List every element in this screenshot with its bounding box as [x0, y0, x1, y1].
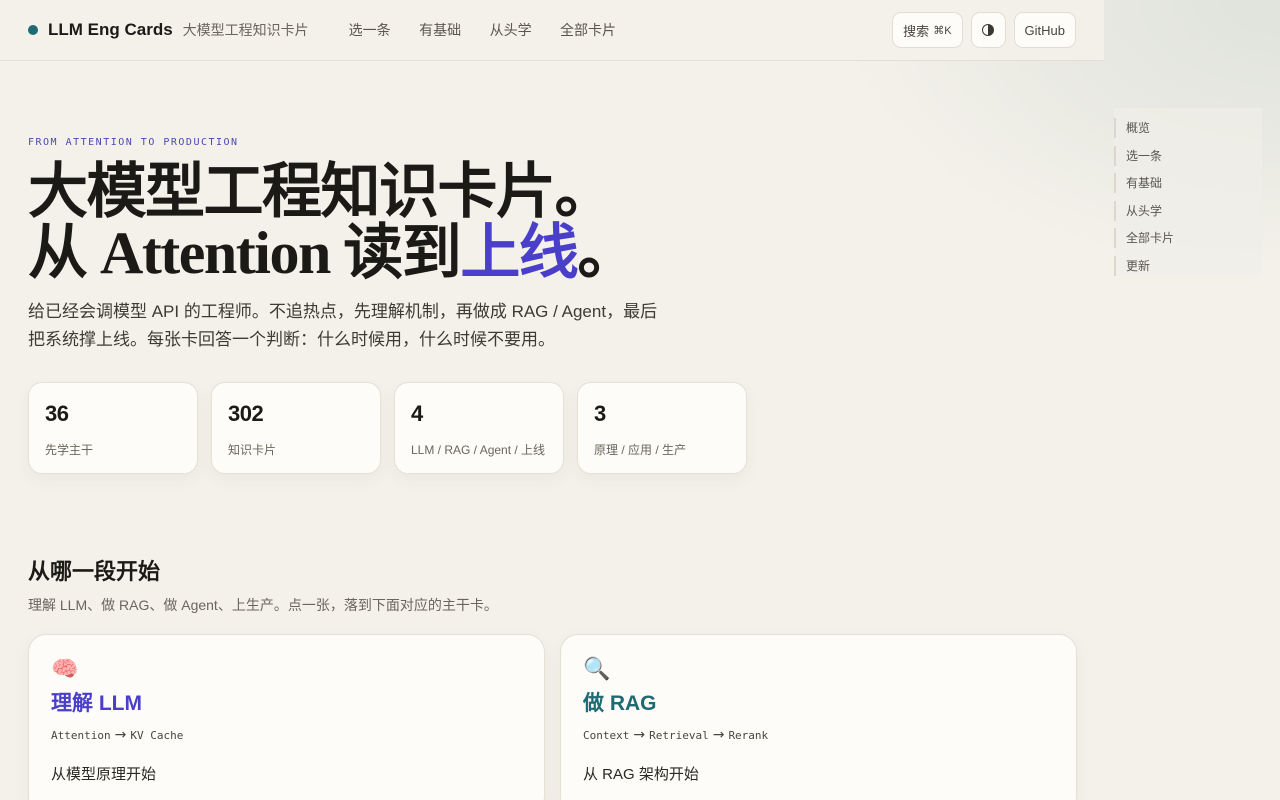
nav-item-pick-one[interactable]: 选一条	[349, 22, 391, 38]
path-flow: Attention → KV Cache	[51, 727, 522, 743]
nav-item-has-basics[interactable]: 有基础	[419, 22, 461, 38]
brand-dot-icon	[28, 25, 38, 35]
hero-eyebrow: FROM ATTENTION TO PRODUCTION	[28, 137, 239, 148]
stat-card: 36 先学主干	[28, 382, 198, 474]
top-navbar: LLM Eng Cards 大模型工程知识卡片 选一条 有基础 从头学 全部卡片…	[0, 0, 1104, 61]
toc-item-has-basics[interactable]: 有基础	[1114, 173, 1262, 194]
table-of-contents: 概览 选一条 有基础 从头学 全部卡片 更新	[1114, 108, 1262, 276]
hero-title: 大模型工程知识卡片。 从 Attention 读到上线。	[28, 162, 788, 284]
stat-label: 先学主干	[45, 443, 94, 457]
path-title: 做 RAG	[583, 692, 657, 715]
path-cards: 🧠 理解 LLM Attention → KV Cache 从模型原理开始 🔍 做 …	[28, 634, 1077, 800]
arrow-right-icon: →	[114, 727, 127, 743]
stat-card: 4 LLM / RAG / Agent / 上线	[394, 382, 564, 474]
toc-item-all-cards[interactable]: 全部卡片	[1114, 228, 1262, 249]
section-description: 理解 LLM、做 RAG、做 Agent、上生产。点一张，落到下面对应的主干卡。	[28, 597, 498, 613]
toc-item-overview[interactable]: 概览	[1114, 118, 1262, 138]
stat-label: 原理 / 应用 / 生产	[594, 443, 687, 457]
path-cta: 从 RAG 架构开始	[583, 766, 699, 783]
hero-title-line2-post: 。	[577, 220, 637, 286]
stat-value: 36	[45, 401, 69, 426]
arrow-right-icon: →	[712, 727, 725, 743]
section-title: 从哪一段开始	[28, 559, 161, 584]
hero-description: 给已经会调模型 API 的工程师。不追热点，先理解机制，再做成 RAG / Ag…	[28, 302, 658, 349]
hero-title-line2-pre: 从 Attention 读到	[28, 220, 462, 286]
stat-value: 4	[411, 401, 423, 426]
nav-item-from-scratch[interactable]: 从头学	[490, 22, 532, 38]
path-flow: Context → Retrieval → Rerank	[583, 727, 1054, 743]
brand-name[interactable]: LLM Eng Cards	[48, 20, 173, 40]
stat-label: LLM / RAG / Agent / 上线	[411, 443, 546, 457]
search-button[interactable]: 搜索 ⌘K	[892, 12, 963, 48]
flow-step: Attention	[51, 729, 111, 742]
flow-step: Context	[583, 729, 630, 742]
header-actions: 搜索 ⌘K GitHub	[892, 12, 1076, 48]
path-title: 理解 LLM	[51, 692, 142, 715]
stat-value: 302	[228, 401, 264, 426]
flow-step: Retrieval	[649, 729, 709, 742]
stat-card: 302 知识卡片	[211, 382, 381, 474]
theme-toggle-button[interactable]	[970, 12, 1006, 48]
hero-title-line1: 大模型工程知识卡片。	[28, 159, 615, 225]
nav-item-all-cards[interactable]: 全部卡片	[560, 22, 616, 38]
path-card-llm[interactable]: 🧠 理解 LLM Attention → KV Cache 从模型原理开始	[28, 634, 545, 800]
path-card-rag[interactable]: 🔍 做 RAG Context → Retrieval → Rerank 从 RAG 架…	[560, 634, 1077, 800]
hero-title-accent: 上线	[460, 220, 579, 286]
contrast-icon	[982, 24, 995, 36]
path-cta: 从模型原理开始	[51, 766, 157, 783]
toc-item-pick-one[interactable]: 选一条	[1114, 145, 1262, 166]
brain-icon: 🧠	[51, 656, 79, 681]
stat-value: 3	[594, 401, 606, 426]
toc-item-updates[interactable]: 更新	[1114, 255, 1262, 276]
stat-card: 3 原理 / 应用 / 生产	[577, 382, 747, 474]
main-nav: 选一条 有基础 从头学 全部卡片	[349, 20, 640, 40]
toc-item-from-scratch[interactable]: 从头学	[1114, 200, 1262, 221]
github-button[interactable]: GitHub	[1013, 12, 1076, 48]
search-label: 搜索	[903, 23, 930, 39]
arrow-right-icon: →	[633, 727, 646, 743]
stat-label: 知识卡片	[228, 443, 277, 457]
flow-step: Rerank	[728, 729, 769, 742]
flow-step: KV Cache	[130, 729, 184, 742]
search-shortcut: ⌘K	[933, 24, 952, 37]
brand-subtitle: 大模型工程知识卡片	[182, 22, 309, 38]
magnifier-icon: 🔍	[583, 656, 611, 681]
stats-row: 36 先学主干 302 知识卡片 4 LLM / RAG / Agent / 上…	[28, 382, 747, 474]
